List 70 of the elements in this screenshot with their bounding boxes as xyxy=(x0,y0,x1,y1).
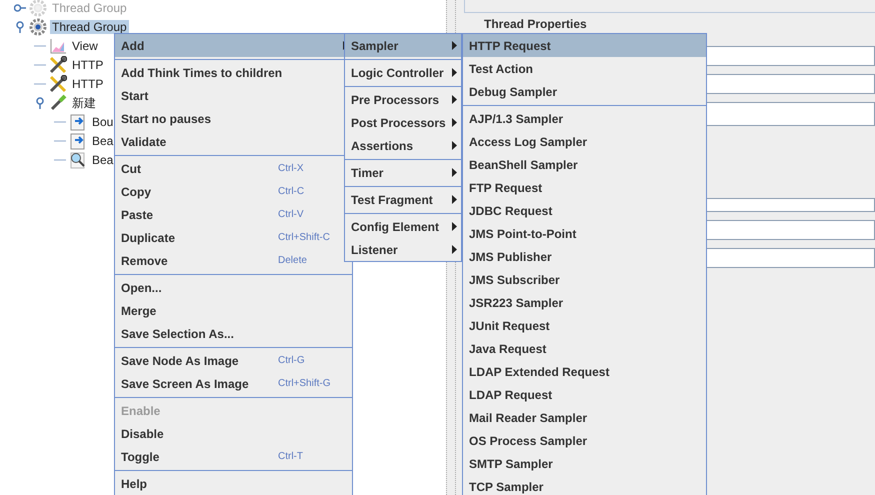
menu-item[interactable]: Sampler xyxy=(345,34,461,57)
menu-item[interactable]: JMS Publisher xyxy=(463,245,706,268)
expand-handle-icon[interactable] xyxy=(14,20,26,32)
dropper-icon xyxy=(49,94,67,112)
menu-item[interactable]: Mail Reader Sampler xyxy=(463,406,706,429)
menu-item[interactable]: Access Log Sampler xyxy=(463,130,706,153)
menu-item[interactable]: OS Process Sampler xyxy=(463,429,706,452)
tree-node[interactable]: HTTP xyxy=(70,58,106,72)
menu-item[interactable]: Disable xyxy=(115,422,352,445)
section-title: Thread Properties xyxy=(483,16,588,31)
chart-icon xyxy=(49,36,67,54)
gear-icon xyxy=(29,18,47,36)
menu-item[interactable]: FTP Request xyxy=(463,176,706,199)
shortcut-text: Ctrl-V xyxy=(278,209,305,220)
input-field[interactable] xyxy=(704,198,875,212)
menu-item[interactable]: Help xyxy=(115,472,352,495)
menu-item[interactable]: Open... xyxy=(115,276,352,299)
menu-item[interactable]: Listener xyxy=(345,238,461,261)
menu-item[interactable]: Save Selection As... xyxy=(115,322,352,345)
menu-item[interactable]: Save Node As Image Ctrl-G xyxy=(115,349,352,372)
tree-node[interactable]: Bea xyxy=(90,152,116,166)
menu-item[interactable]: SMTP Sampler xyxy=(463,452,706,475)
menu-item[interactable]: JDBC Request xyxy=(463,199,706,222)
menu-item[interactable]: Assertions xyxy=(345,134,461,157)
shortcut-text: Ctrl-T xyxy=(278,451,304,462)
tree-node[interactable]: Bea xyxy=(90,134,116,148)
menu-item[interactable]: AJP/1.3 Sampler xyxy=(463,107,706,130)
shortcut-text: Ctrl-G xyxy=(278,355,306,366)
menu-item[interactable]: Test Fragment xyxy=(345,188,461,211)
tree-node[interactable]: Bou xyxy=(90,114,116,128)
shortcut-text: Ctrl+Shift-C xyxy=(278,232,331,243)
menu-item[interactable]: LDAP Extended Request xyxy=(463,360,706,383)
menu-item[interactable]: Timer xyxy=(345,161,461,184)
menu-item[interactable]: Merge xyxy=(115,299,352,322)
shortcut-text: Ctrl+Shift-G xyxy=(278,378,332,389)
menu-item[interactable]: HTTP Request xyxy=(463,34,706,57)
input-field[interactable] xyxy=(704,220,875,240)
magnifier-icon xyxy=(69,150,87,168)
collapsed-handle-icon[interactable] xyxy=(14,2,26,14)
menu-item[interactable]: Java Request xyxy=(463,337,706,360)
menu-item[interactable]: JSR223 Sampler xyxy=(463,291,706,314)
input-field[interactable] xyxy=(704,74,875,94)
menu-item[interactable]: Debug Sampler xyxy=(463,80,706,103)
menu-item[interactable]: JUnit Request xyxy=(463,314,706,337)
menu-item[interactable]: Post Processors xyxy=(345,111,461,134)
shortcut-text: Delete xyxy=(278,255,308,266)
menu-item[interactable]: Logic Controller xyxy=(345,61,461,84)
tree-node[interactable]: 新建 xyxy=(70,96,98,110)
tree-node[interactable]: Thread Group xyxy=(50,20,129,34)
menu-item[interactable]: JMS Subscriber xyxy=(463,268,706,291)
menu-item[interactable]: LDAP Request xyxy=(463,383,706,406)
menu-item[interactable]: JMS Point-to-Point xyxy=(463,222,706,245)
tree-node[interactable]: HTTP xyxy=(70,76,106,90)
menu-item[interactable]: Toggle Ctrl-T xyxy=(115,445,352,468)
menu-item[interactable]: Save Screen As Image Ctrl+Shift-G xyxy=(115,372,352,395)
tools-icon xyxy=(49,74,67,92)
input-field[interactable] xyxy=(704,102,875,126)
menu-item[interactable]: Config Element xyxy=(345,215,461,238)
menu-item[interactable]: Pre Processors xyxy=(345,88,461,111)
tree-node[interactable]: View xyxy=(70,38,100,52)
menu-item[interactable]: Test Action xyxy=(463,57,706,80)
menu-item[interactable]: TCP Sampler xyxy=(463,475,706,495)
expand-handle-icon[interactable] xyxy=(34,96,46,108)
menu-item[interactable]: BeanShell Sampler xyxy=(463,153,706,176)
gear-icon xyxy=(29,0,47,16)
tools-icon xyxy=(49,56,67,74)
shortcut-text: Ctrl-X xyxy=(278,163,305,174)
shortcut-text: Ctrl-C xyxy=(278,186,306,197)
input-field[interactable] xyxy=(704,46,875,66)
input-field[interactable] xyxy=(704,248,875,268)
